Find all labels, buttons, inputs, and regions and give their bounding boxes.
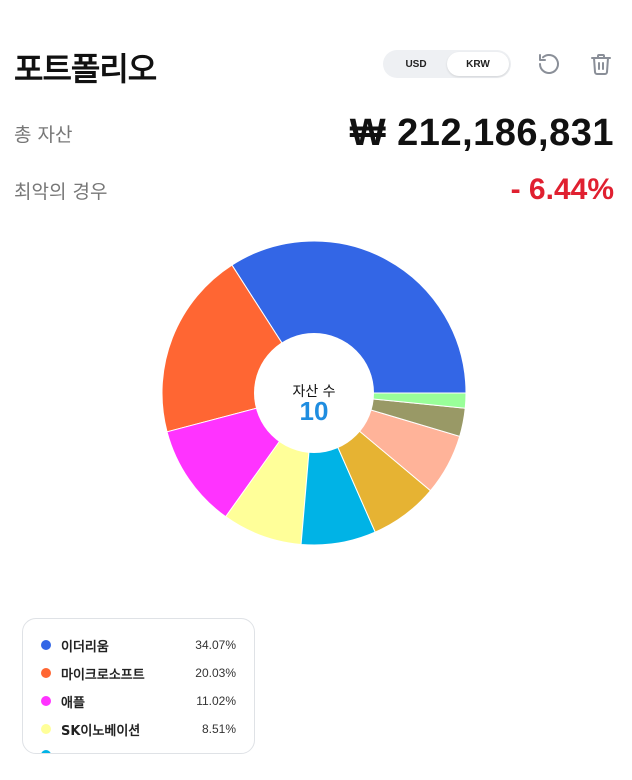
legend-label: 마이크로소프트: [61, 667, 145, 683]
refresh-icon: [539, 54, 559, 74]
asset-count-value: 10: [299, 396, 329, 426]
legend-label: 이더리움: [61, 639, 109, 655]
legend-item: SK이노베이션 8.51%: [41, 719, 236, 739]
legend-label: 애플: [61, 695, 85, 711]
page-title: 포트폴리오: [14, 50, 157, 88]
legend-color-dot: [41, 696, 51, 706]
chart-legend: 이더리움 34.07% 마이크로소프트 20.03% 애플 11.02% SK이…: [22, 618, 255, 754]
total-assets-value: ₩ 212,186,831: [349, 112, 614, 154]
legend-percent: 8.51%: [201, 722, 236, 736]
currency-option-usd[interactable]: USD: [385, 52, 447, 76]
currency-option-krw[interactable]: KRW: [447, 52, 509, 76]
legend-item-partial: [41, 745, 236, 753]
worst-case-value: - 6.44%: [510, 173, 614, 206]
pie-slice-0: [231, 240, 467, 394]
trash-icon: [591, 54, 611, 75]
legend-color-dot: [41, 750, 51, 753]
legend-item: 이더리움 34.07%: [41, 635, 236, 655]
legend-percent: 11.02%: [196, 694, 236, 708]
worst-case-label: 최악의 경우: [14, 181, 108, 203]
total-assets-label: 총 자산: [14, 124, 73, 146]
legend-label: SK이노베이션: [61, 723, 141, 739]
legend-item: 애플 11.02%: [41, 691, 236, 711]
legend-item: 마이크로소프트 20.03%: [41, 663, 236, 683]
currency-toggle[interactable]: USD KRW: [383, 50, 511, 78]
legend-percent: 20.03%: [195, 666, 236, 680]
portfolio-page: 포트폴리오 USD KRW 총 자산 ₩ 212,186,831 최악의 경우 …: [0, 0, 632, 780]
refresh-button[interactable]: [535, 50, 563, 78]
legend-color-dot: [41, 668, 51, 678]
legend-color-dot: [41, 640, 51, 650]
legend-color-dot: [41, 724, 51, 734]
delete-button[interactable]: [587, 50, 615, 78]
legend-percent: 34.07%: [195, 638, 236, 652]
